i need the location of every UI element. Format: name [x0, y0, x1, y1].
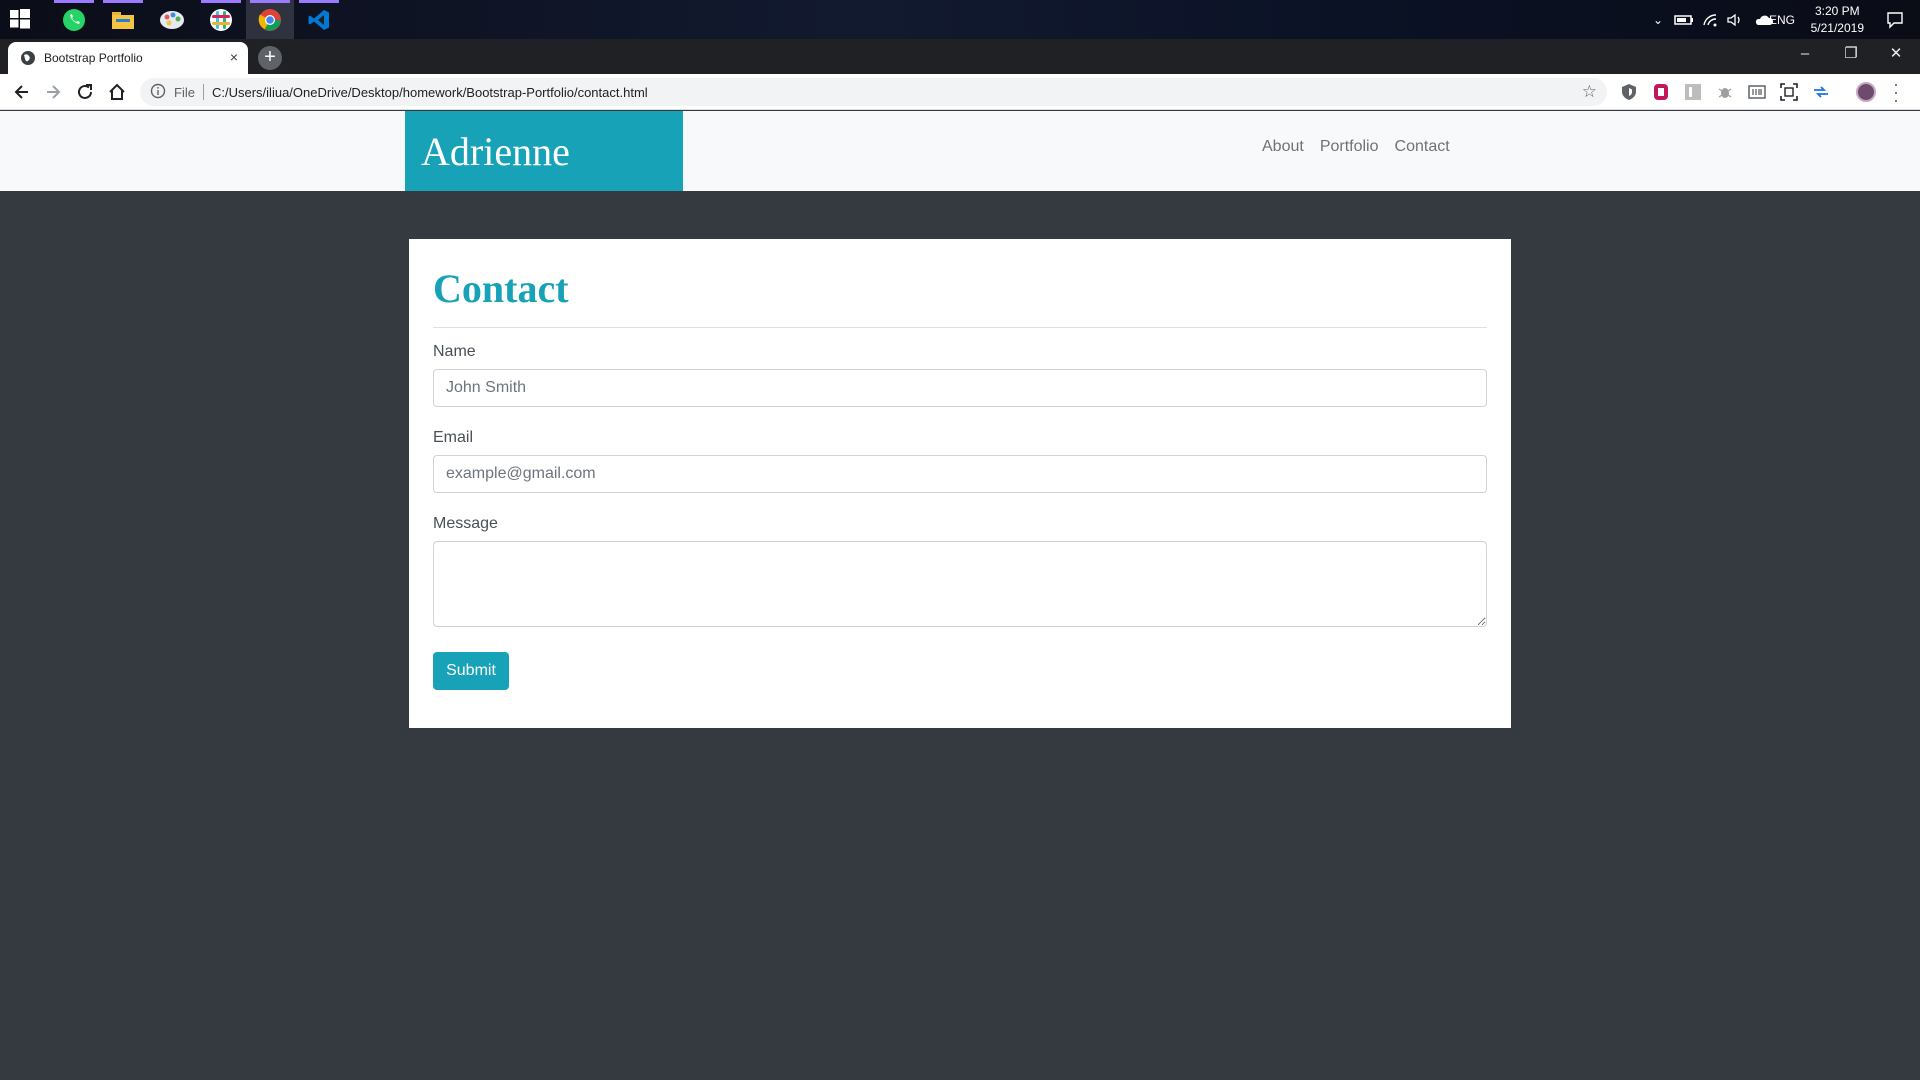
brand-logo[interactable]: Adrienne: [405, 111, 683, 191]
paint-icon: [160, 10, 184, 29]
extension-icon-barcode[interactable]: [1748, 83, 1766, 101]
taskbar-app-whatsapp[interactable]: [50, 0, 98, 39]
active-indicator: [54, 0, 94, 3]
minimize-button[interactable]: –: [1783, 39, 1827, 70]
url-text[interactable]: C:/Users/iliua/OneDrive/Desktop/homework…: [212, 85, 648, 100]
screenshot-extension-icon[interactable]: [1780, 83, 1798, 101]
url-scheme-label: File: [174, 85, 195, 100]
active-indicator: [250, 0, 290, 3]
windows-taskbar: ⌄ ENG 3:20 PM 5/21/2019: [0, 0, 1920, 39]
windows-start-icon[interactable]: [10, 9, 30, 29]
taskbar-app-file-explorer[interactable]: [99, 0, 147, 39]
title-divider: [433, 327, 1487, 328]
browser-tabstrip: Bootstrap Portfolio × + – ❐ ✕: [0, 39, 1920, 74]
restore-button[interactable]: ❐: [1829, 39, 1873, 70]
back-arrow-icon[interactable]: [12, 82, 32, 102]
name-input[interactable]: [433, 369, 1487, 407]
system-tray: ⌄: [1648, 0, 1774, 39]
clock-time: 3:20 PM: [1814, 4, 1860, 18]
message-textarea[interactable]: [433, 541, 1487, 627]
battery-icon[interactable]: [1674, 14, 1696, 26]
reload-icon[interactable]: [75, 82, 95, 102]
taskbar-app-vscode[interactable]: [295, 0, 343, 39]
bookmark-star-icon[interactable]: ☆: [1582, 82, 1597, 102]
nav-links: About Portfolio Contact: [1262, 138, 1450, 156]
active-indicator: [103, 0, 143, 3]
info-icon[interactable]: [150, 83, 166, 99]
whatsapp-icon: [63, 8, 85, 31]
shield-extension-icon[interactable]: [1620, 83, 1638, 101]
omnibox-divider: [203, 84, 204, 100]
home-icon[interactable]: [107, 82, 127, 102]
taskbar-app-paint[interactable]: [148, 0, 196, 39]
volume-icon[interactable]: [1726, 13, 1744, 27]
input-language[interactable]: ENG: [1769, 13, 1795, 27]
name-label: Name: [433, 343, 476, 360]
email-input[interactable]: [433, 455, 1487, 493]
tab-close-icon[interactable]: ×: [230, 49, 238, 65]
vscode-icon: [308, 9, 329, 30]
nav-link-contact[interactable]: Contact: [1395, 138, 1450, 156]
taskbar-app-chrome[interactable]: [246, 0, 294, 39]
active-indicator: [201, 0, 241, 3]
chevron-up-icon[interactable]: ⌄: [1648, 13, 1668, 27]
chrome-menu-icon[interactable]: · · ·: [1893, 75, 1899, 109]
active-indicator: [299, 0, 339, 3]
file-explorer-icon: [112, 11, 134, 29]
browser-tab[interactable]: Bootstrap Portfolio ×: [8, 42, 248, 74]
action-center-icon[interactable]: [1886, 11, 1904, 29]
site-navbar: Adrienne About Portfolio Contact: [0, 111, 1920, 191]
nav-link-about[interactable]: About: [1262, 138, 1304, 156]
browser-toolbar: File C:/Users/iliua/OneDrive/Desktop/hom…: [0, 74, 1920, 110]
forward-arrow-icon[interactable]: [43, 82, 63, 102]
extension-icon-pink[interactable]: [1652, 83, 1670, 101]
close-window-button[interactable]: ✕: [1874, 39, 1918, 70]
slack-icon: [210, 8, 232, 31]
contact-card: Contact Name Email Message Submit: [409, 239, 1511, 728]
clock-date: 5/21/2019: [1810, 21, 1864, 35]
submit-button[interactable]: Submit: [433, 652, 509, 690]
extension-icon-bug[interactable]: [1716, 83, 1734, 101]
taskbar-app-slack[interactable]: [197, 0, 245, 39]
tab-title: Bootstrap Portfolio: [44, 51, 143, 65]
address-bar[interactable]: File C:/Users/iliua/OneDrive/Desktop/hom…: [140, 78, 1607, 106]
extension-icon-grey[interactable]: [1684, 83, 1702, 101]
taskbar-clock[interactable]: 3:20 PM 5/21/2019: [1811, 3, 1864, 37]
email-label: Email: [433, 429, 474, 446]
wifi-icon[interactable]: [1702, 13, 1720, 27]
page-viewport: Adrienne About Portfolio Contact Contact…: [0, 111, 1920, 1080]
nav-link-portfolio[interactable]: Portfolio: [1320, 138, 1379, 156]
globe-icon: [21, 51, 35, 65]
message-label: Message: [433, 515, 498, 532]
chrome-icon: [258, 8, 281, 31]
new-tab-button[interactable]: +: [258, 46, 282, 70]
translate-extension-icon[interactable]: [1812, 83, 1830, 101]
page-title: Contact: [433, 266, 569, 311]
profile-avatar[interactable]: [1856, 82, 1876, 102]
